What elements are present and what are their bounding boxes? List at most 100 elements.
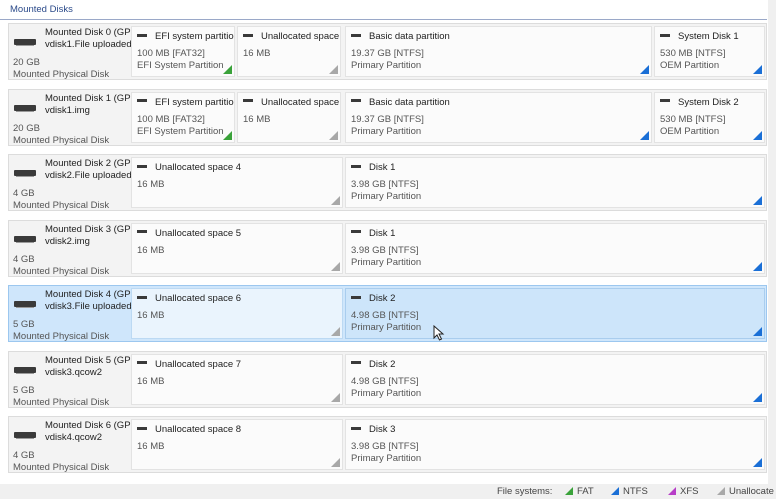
disk-drive-icon xyxy=(14,170,36,177)
partition-type: Primary Partition xyxy=(351,387,422,399)
partition-title: System Disk 2 xyxy=(660,97,739,108)
partition-title: Disk 1 xyxy=(351,162,395,173)
partition-size: 16 MB xyxy=(243,48,271,59)
disk-name: Mounted Disk 3 (GP vdisk2.img xyxy=(45,224,131,248)
partition-block[interactable]: Disk 2 4.98 GB [NTFS] Primary Partition xyxy=(345,288,765,339)
partition-title: Unallocated space xyxy=(243,31,339,42)
disk-name-line: Mounted Disk 1 (GP xyxy=(45,92,131,104)
partition-size: 3.98 GB [NTFS] xyxy=(351,179,419,190)
disk-name-line: Mounted Disk 0 (GP xyxy=(45,27,131,38)
partition-block[interactable]: Basic data partition 19.37 GB [NTFS] Prima… xyxy=(345,26,652,77)
xfs-swatch-icon xyxy=(668,487,676,495)
disk-drive-icon xyxy=(14,301,36,308)
partition-block[interactable]: EFI system partitior 100 MB [FAT32] EFI Sy… xyxy=(131,91,235,143)
disk-info[interactable]: Mounted Disk 1 (GP vdisk1.img 20 GB Mounted… xyxy=(9,90,131,146)
disk-type: Mounted Physical Disk xyxy=(13,331,110,342)
disk-size: 5 GB xyxy=(13,319,35,330)
partition-block[interactable]: Disk 3 3.98 GB [NTFS] Primary Partition xyxy=(345,419,765,470)
partition-block[interactable]: Unallocated space 6 16 MB xyxy=(131,288,343,339)
legend-item-unallocated: Unallocate xyxy=(717,486,774,497)
legend-item-label: XFS xyxy=(680,486,699,497)
partition-block[interactable]: Unallocated space 4 16 MB xyxy=(131,157,343,208)
disk-name-line: vdisk1.File uploaded xyxy=(45,39,131,50)
disk-name-line: Mounted Disk 3 (GP xyxy=(45,223,131,235)
legend-item-label: NTFS xyxy=(623,486,648,497)
disk-name-line: Mounted Disk 4 (GP xyxy=(45,289,131,300)
partition-type: Primary Partition xyxy=(351,191,422,202)
disk-info[interactable]: Mounted Disk 5 (GP vdisk3.qcow2 5 GB Mounte… xyxy=(9,352,131,408)
partition-block[interactable]: Unallocated space 7 16 MB xyxy=(131,353,343,405)
disk-row[interactable]: Mounted Disk 1 (GP vdisk1.img 20 GB Mounted… xyxy=(8,88,767,146)
disk-row[interactable]: Mounted Disk 2 (GP vdisk2.File uploaded 4 … xyxy=(8,154,767,211)
partition-title: Disk 2 xyxy=(351,293,395,304)
disk-row[interactable]: Mounted Disk 4 (GP vdisk3.File uploaded 5 … xyxy=(8,285,767,342)
fs-ntfs-marker-icon xyxy=(753,261,762,271)
partition-size: 3.98 GB [NTFS] xyxy=(351,244,419,256)
partition-size: 530 MB [NTFS] xyxy=(660,113,726,125)
disk-name: Mounted Disk 0 (GP vdisk1.File uploaded xyxy=(45,27,131,51)
partition-size: 4.98 GB [NTFS] xyxy=(351,375,419,387)
fs-ntfs-marker-icon xyxy=(753,65,762,74)
disk-drive-icon xyxy=(14,235,36,243)
disk-type: Mounted Physical Disk xyxy=(13,69,110,80)
partition-block[interactable]: Disk 2 4.98 GB [NTFS] Primary Partition xyxy=(345,353,765,405)
partition-block[interactable]: Unallocated space 16 MB xyxy=(237,26,341,77)
disk-drive-icon xyxy=(14,432,36,439)
partition-title: System Disk 1 xyxy=(660,31,739,42)
disk-name-line: Mounted Disk 6 (GP xyxy=(45,420,131,431)
partition-title: EFI system partitior xyxy=(137,97,234,108)
partition-size: 16 MB xyxy=(243,113,271,125)
partition-size: 100 MB [FAT32] xyxy=(137,48,205,59)
fs-unalloc-marker-icon xyxy=(331,261,340,271)
unallocated-swatch-icon xyxy=(717,487,725,495)
disk-row[interactable]: Mounted Disk 6 (GP vdisk4.qcow2 4 GB Mounte… xyxy=(8,416,767,473)
ntfs-swatch-icon xyxy=(611,487,619,495)
partition-block[interactable]: Unallocated space 8 16 MB xyxy=(131,419,343,470)
vertical-scrollbar[interactable] xyxy=(768,0,776,484)
fs-unalloc-marker-icon xyxy=(331,196,340,205)
partition-block[interactable]: Disk 1 3.98 GB [NTFS] Primary Partition xyxy=(345,222,765,274)
mounted-disks-header: Mounted Disks xyxy=(0,0,767,20)
partition-block[interactable]: Disk 1 3.98 GB [NTFS] Primary Partition xyxy=(345,157,765,208)
legend-item-label: Unallocate xyxy=(729,486,774,497)
fs-fat-marker-icon xyxy=(223,130,232,140)
disk-info[interactable]: Mounted Disk 6 (GP vdisk4.qcow2 4 GB Mounte… xyxy=(9,417,131,473)
legend-item-fat: FAT xyxy=(565,486,594,497)
disk-info[interactable]: Mounted Disk 0 (GP vdisk1.File uploaded 20… xyxy=(9,24,131,80)
partition-title: Unallocated space 7 xyxy=(137,359,241,370)
disk-size: 20 GB xyxy=(13,122,40,134)
fs-ntfs-marker-icon xyxy=(753,327,762,336)
file-system-legend: File systems: FAT NTFS XFS Unallocate xyxy=(0,484,776,499)
partition-title: Disk 2 xyxy=(351,359,395,370)
partition-block[interactable]: System Disk 2 530 MB [NTFS] OEM Partition xyxy=(654,91,765,143)
disk-type: Mounted Physical Disk xyxy=(13,134,110,146)
disk-row[interactable]: Mounted Disk 3 (GP vdisk2.img 4 GB Mounted … xyxy=(8,219,767,277)
partition-title: Basic data partition xyxy=(351,97,450,108)
partition-type: EFI System Partition xyxy=(137,125,224,137)
fs-unalloc-marker-icon xyxy=(329,130,338,140)
partition-title: Unallocated space 4 xyxy=(137,162,241,173)
fs-unalloc-marker-icon xyxy=(329,65,338,74)
disk-info[interactable]: Mounted Disk 2 (GP vdisk2.File uploaded 4 … xyxy=(9,155,131,211)
disk-info[interactable]: Mounted Disk 3 (GP vdisk2.img 4 GB Mounted … xyxy=(9,221,131,277)
disk-row[interactable]: Mounted Disk 0 (GP vdisk1.File uploaded 20… xyxy=(8,23,767,80)
mouse-cursor-icon xyxy=(433,325,445,341)
partition-size: 16 MB xyxy=(137,310,165,321)
partition-title: Disk 1 xyxy=(351,228,395,239)
disk-drive-icon xyxy=(14,104,36,112)
partition-block[interactable]: Basic data partition 19.37 GB [NTFS] Prima… xyxy=(345,91,652,143)
fs-ntfs-marker-icon xyxy=(753,130,762,140)
disk-info[interactable]: Mounted Disk 4 (GP vdisk3.File uploaded 5 … xyxy=(9,286,131,342)
partition-block[interactable]: System Disk 1 530 MB [NTFS] OEM Partition xyxy=(654,26,765,77)
disk-row[interactable]: Mounted Disk 5 (GP vdisk3.qcow2 5 GB Mounte… xyxy=(8,350,767,408)
partition-type: Primary Partition xyxy=(351,125,422,137)
partition-block[interactable]: Unallocated space 5 16 MB xyxy=(131,222,343,274)
disk-drive-icon xyxy=(14,39,36,46)
fs-ntfs-marker-icon xyxy=(640,130,649,140)
partition-block[interactable]: EFI system partitior 100 MB [FAT32] EFI Sy… xyxy=(131,26,235,77)
partition-block[interactable]: Unallocated space 16 MB xyxy=(237,91,341,143)
fs-ntfs-marker-icon xyxy=(640,65,649,74)
legend-label: File systems: xyxy=(497,486,553,497)
partition-type: Primary Partition xyxy=(351,322,422,333)
partition-size: 16 MB xyxy=(137,441,165,452)
